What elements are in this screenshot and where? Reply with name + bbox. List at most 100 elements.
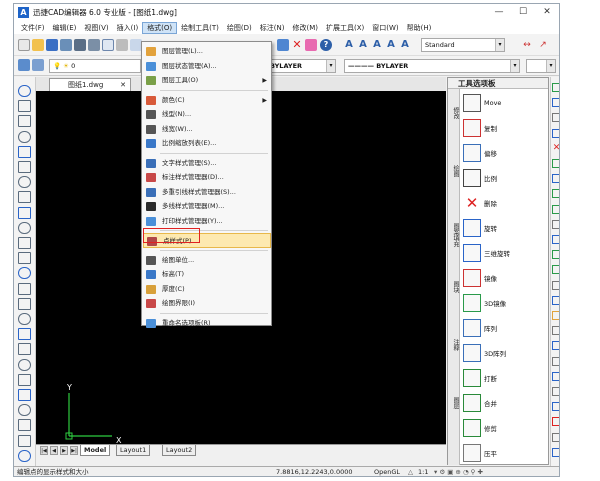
menu-5[interactable]: 绘制工具(T) bbox=[177, 22, 223, 34]
next-layout-button[interactable]: ▶ bbox=[60, 446, 68, 455]
palette-item[interactable]: 合并 bbox=[463, 392, 543, 414]
palette-tab-2[interactable]: 图案填充 bbox=[449, 223, 459, 247]
save-icon[interactable] bbox=[46, 39, 58, 51]
spline-icon[interactable] bbox=[18, 130, 31, 143]
text-find-icon[interactable]: A bbox=[385, 39, 397, 51]
break-tool-icon[interactable] bbox=[552, 250, 559, 260]
edit-pline-icon[interactable] bbox=[552, 326, 559, 336]
stretch-tool-icon[interactable] bbox=[552, 204, 559, 214]
palette-item[interactable]: ✕ 删除 bbox=[463, 192, 543, 214]
format-menu-item[interactable]: 图层管理(L)... bbox=[143, 44, 271, 59]
palette-tab-5[interactable]: 图层 bbox=[449, 397, 459, 409]
hatch-icon[interactable] bbox=[18, 252, 31, 265]
lengthen-tool-icon[interactable] bbox=[552, 356, 559, 366]
donut-icon[interactable] bbox=[18, 343, 31, 356]
menu-2[interactable]: 视图(V) bbox=[80, 22, 112, 34]
palette-item[interactable]: 偏移 bbox=[463, 142, 543, 164]
format-menu-item[interactable]: 打印样式管理器(Y)... bbox=[143, 214, 271, 229]
palette-item[interactable]: 旋转 bbox=[463, 217, 543, 239]
dist-tool-icon[interactable] bbox=[552, 432, 559, 442]
measure-tool-icon[interactable] bbox=[552, 371, 559, 381]
palette-item[interactable]: 镜像 bbox=[463, 267, 543, 289]
format-menu-item[interactable]: 文字样式管理(S)... bbox=[143, 156, 271, 171]
format-menu-item[interactable]: 线型(N)... bbox=[143, 107, 271, 122]
explode-tool-icon[interactable] bbox=[552, 311, 559, 320]
palette-item[interactable]: 修剪 bbox=[463, 417, 543, 439]
tab-model[interactable]: Model bbox=[80, 445, 111, 456]
format-menu-item[interactable]: 多重引线样式管理器(S)... bbox=[143, 185, 271, 200]
new-file-icon[interactable] bbox=[18, 39, 30, 51]
menu-1[interactable]: 编辑(E) bbox=[49, 22, 81, 34]
attribute-icon[interactable] bbox=[18, 449, 31, 462]
open-folder-icon[interactable] bbox=[32, 39, 44, 51]
offset-tool-icon[interactable] bbox=[552, 113, 559, 123]
palette-item[interactable]: Move bbox=[463, 92, 543, 114]
palette-tab-1[interactable]: 绘图 bbox=[449, 165, 459, 177]
menu-10[interactable]: 窗口(W) bbox=[368, 22, 402, 34]
area-tool-icon[interactable] bbox=[552, 447, 559, 457]
format-menu-item[interactable]: 标注样式管理器(D)... bbox=[143, 170, 271, 185]
palette-item[interactable]: 复制 bbox=[463, 117, 543, 139]
close-window-button[interactable]: ✕ bbox=[535, 4, 559, 21]
gradient-icon[interactable] bbox=[18, 267, 31, 280]
palette-item[interactable]: 阵列 bbox=[463, 317, 543, 339]
help-icon[interactable]: ? bbox=[320, 39, 332, 51]
minimize-button[interactable]: — bbox=[487, 4, 511, 21]
palette-tab-4[interactable]: 注释 bbox=[449, 339, 459, 351]
color-select[interactable]: BYLAYER ▾ bbox=[266, 59, 336, 73]
circle-icon[interactable] bbox=[18, 176, 31, 189]
match-props-icon[interactable] bbox=[552, 417, 559, 427]
render-mode[interactable]: OpenGL bbox=[374, 467, 400, 476]
format-menu-item[interactable]: 绘图单位... bbox=[143, 253, 271, 268]
format-menu-item[interactable]: 颜色(C) ▶ bbox=[143, 93, 271, 108]
save-as-icon[interactable] bbox=[60, 39, 72, 51]
chamfer-tool-icon[interactable] bbox=[552, 280, 559, 290]
table-icon[interactable] bbox=[18, 297, 31, 310]
palette-tab-3[interactable]: 图块 bbox=[449, 281, 459, 293]
erase-tool-icon[interactable]: ✕ bbox=[552, 143, 559, 153]
document-tab[interactable]: 图纸1.dwg ✕ bbox=[49, 78, 131, 91]
pink-sparkle-icon[interactable] bbox=[305, 39, 317, 51]
array-tool-icon[interactable] bbox=[552, 128, 559, 138]
polyline-icon[interactable] bbox=[18, 115, 31, 128]
menu-9[interactable]: 扩展工具(X) bbox=[322, 22, 368, 34]
dim-linear-icon[interactable]: ↔ bbox=[521, 39, 533, 51]
cut-icon[interactable] bbox=[116, 39, 128, 51]
linetype-select[interactable]: ———— BYLAYER ▾ bbox=[344, 59, 520, 73]
make-block-icon[interactable] bbox=[18, 328, 31, 341]
format-menu-item[interactable]: 标高(T) bbox=[143, 267, 271, 282]
lineweight-select[interactable]: ▾ bbox=[526, 59, 556, 73]
maximize-button[interactable]: ☐ bbox=[511, 4, 535, 21]
line-icon[interactable] bbox=[18, 85, 31, 97]
format-menu-item[interactable]: 图层工具(O) ▶ bbox=[143, 73, 271, 88]
first-layout-button[interactable]: |◀ bbox=[40, 446, 48, 455]
ellipse-icon[interactable] bbox=[18, 221, 31, 234]
menu-8[interactable]: 修改(M) bbox=[288, 22, 322, 34]
move-tool-icon[interactable] bbox=[552, 159, 559, 168]
arc3-icon[interactable] bbox=[18, 191, 31, 204]
menu-11[interactable]: 帮助(H) bbox=[403, 22, 436, 34]
text-edit-icon[interactable]: A bbox=[371, 39, 383, 51]
rectangle-icon[interactable] bbox=[18, 161, 31, 173]
menu-4[interactable]: 格式(O) bbox=[142, 21, 178, 34]
join-tool-icon[interactable] bbox=[552, 265, 559, 275]
format-menu-item[interactable]: 绘图界限(I) bbox=[143, 296, 271, 311]
palette-tab-0[interactable]: 修改 bbox=[449, 107, 459, 119]
format-menu-item[interactable]: 厚度(C) bbox=[143, 282, 271, 297]
palette-item[interactable]: 压平 bbox=[463, 442, 543, 464]
scale-tool-icon[interactable] bbox=[552, 189, 559, 199]
dim-aligned-icon[interactable]: ↗ bbox=[537, 39, 549, 51]
zoom-icon[interactable] bbox=[277, 39, 289, 51]
point-icon[interactable] bbox=[18, 237, 31, 249]
annotation-scale[interactable]: 1:1 bbox=[418, 467, 428, 476]
mtext-icon[interactable]: A bbox=[357, 39, 369, 51]
mtext-icon[interactable] bbox=[18, 434, 31, 447]
text-a-icon[interactable]: A bbox=[343, 39, 355, 51]
palette-item[interactable]: 3D镜像 bbox=[463, 292, 543, 314]
boundary-icon[interactable] bbox=[18, 358, 31, 371]
region-icon[interactable] bbox=[18, 282, 31, 295]
tab-layout1[interactable]: Layout1 bbox=[116, 445, 151, 456]
image-icon[interactable] bbox=[18, 404, 31, 417]
text-style-select[interactable]: Standard ▾ bbox=[421, 38, 505, 52]
prev-layout-button[interactable]: ◀ bbox=[50, 446, 58, 455]
